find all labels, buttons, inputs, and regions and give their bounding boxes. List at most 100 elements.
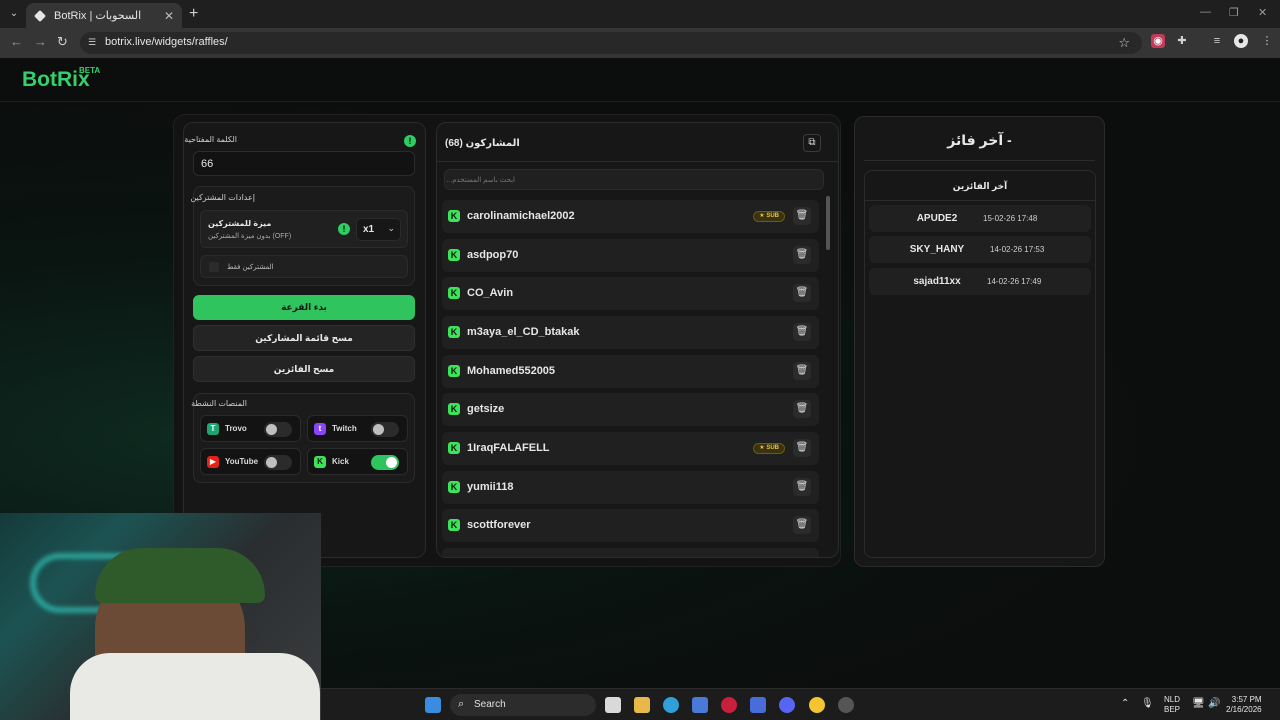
kick-icon: K xyxy=(448,519,460,531)
clock[interactable]: 3:57 PM 2/16/2026 xyxy=(1226,695,1262,715)
kick-icon: K xyxy=(448,326,460,338)
platform-name: Twitch xyxy=(332,424,357,433)
start-raffle-button[interactable]: بدء القرعة xyxy=(193,295,415,320)
close-tab-icon[interactable]: ✕ xyxy=(164,9,174,23)
winner-row: SKY_HANY 14-02-26 17:53 xyxy=(869,236,1091,263)
participant-name: asdpop70 xyxy=(467,249,519,261)
webcam-overlay xyxy=(0,513,321,720)
extensions-puzzle-icon[interactable]: ✚ xyxy=(1175,34,1189,48)
site-info-icon[interactable]: ☰ xyxy=(88,37,100,49)
browser-menu-icon[interactable]: ⋮ xyxy=(1260,34,1274,48)
clear-winners-button[interactable]: مسح الفائزين xyxy=(193,356,415,382)
participant-row[interactable]: K yumii118 🗑 xyxy=(442,471,819,504)
trash-icon[interactable]: 🗑 xyxy=(793,478,811,496)
network-icon[interactable]: 🖥 xyxy=(1192,699,1205,709)
platform-twitch: t Twitch xyxy=(307,415,408,442)
subs-only-checkbox[interactable] xyxy=(209,262,219,272)
participant-row[interactable]: K Mohamed552005 🗑 xyxy=(442,355,819,388)
maximize-icon[interactable]: ❐ xyxy=(1229,6,1239,19)
store-icon[interactable] xyxy=(692,697,708,713)
participants-scrollbar[interactable] xyxy=(826,196,830,250)
reading-list-icon[interactable]: ≡ xyxy=(1210,34,1224,48)
new-tab-icon[interactable]: + xyxy=(189,5,198,23)
kick-icon: K xyxy=(448,403,460,415)
participant-row[interactable]: K scottforever 🗑 xyxy=(442,509,819,542)
trash-icon[interactable]: 🗑 xyxy=(793,323,811,341)
chrome-icon[interactable] xyxy=(809,697,825,713)
youtube-toggle[interactable] xyxy=(264,455,292,470)
twitch-toggle[interactable] xyxy=(371,422,399,437)
windows-taskbar: ⌕ Search ⌃ 🎙 NLD BEP 🖥 🔊 3:57 PM 2/16/2026 xyxy=(321,688,1280,720)
tab-title: BotRix | السحوبات xyxy=(54,10,142,22)
youtube-icon: ▶ xyxy=(207,456,219,468)
participant-name: Mohamed552005 xyxy=(467,365,556,377)
trash-icon[interactable]: 🗑 xyxy=(793,246,811,264)
participant-row[interactable]: K carolinamichael2002 ★ SUB 🗑 xyxy=(442,200,819,233)
sub-badge: ★ SUB xyxy=(753,443,785,454)
platform-name: Kick xyxy=(332,457,349,466)
tray-overflow-icon[interactable]: ⌃ xyxy=(1121,699,1129,709)
botrix-favicon-icon xyxy=(34,9,46,22)
winners-list-title: آخر الفائزين xyxy=(952,181,1008,191)
taskbar-search[interactable]: ⌕ Search xyxy=(450,694,596,716)
kick-toggle[interactable] xyxy=(371,455,399,470)
trash-icon[interactable]: 🗑 xyxy=(793,362,811,380)
winner-date: 14-02-26 17:53 xyxy=(990,245,1045,254)
steam-icon[interactable] xyxy=(838,697,854,713)
participant-name: carolinamichael2002 xyxy=(467,210,575,222)
trash-icon[interactable]: 🗑 xyxy=(793,439,811,457)
extension-record-icon[interactable]: ◉ xyxy=(1151,34,1165,48)
profile-avatar-icon[interactable]: ● xyxy=(1234,34,1248,48)
participant-search-input[interactable]: ابحث باسم المستخدم... xyxy=(444,169,824,190)
copy-icon[interactable]: ⧉ xyxy=(803,134,821,152)
close-window-icon[interactable]: ✕ xyxy=(1258,6,1267,19)
task-view-icon[interactable] xyxy=(605,697,621,713)
volume-icon[interactable]: 🔊 xyxy=(1208,699,1220,709)
participant-name: CO_Avin xyxy=(467,287,514,299)
minimize-icon[interactable]: — xyxy=(1200,6,1211,18)
last-winner-heading: - آخر فائز xyxy=(947,132,1012,148)
trash-icon[interactable]: 🗑 xyxy=(793,516,811,534)
sub-perk-row: ميزة للمشتركين بدون ميزة المشتركين (OFF)… xyxy=(200,210,408,248)
trash-icon[interactable]: 🗑 xyxy=(793,284,811,302)
windows-start-icon[interactable] xyxy=(425,697,441,713)
trash-icon[interactable]: 🗑 xyxy=(793,207,811,225)
winner-row: sajad11xx 14-02-26 17:49 xyxy=(869,268,1091,295)
microphone-icon[interactable]: 🎙 xyxy=(1141,699,1154,709)
edge-icon[interactable] xyxy=(663,697,679,713)
address-bar[interactable]: ☰ botrix.live/widgets/raffles/ ☆ xyxy=(80,32,1142,54)
multiplier-select[interactable]: x1 ⌄ xyxy=(356,218,401,241)
trash-icon[interactable]: 🗑 xyxy=(793,400,811,418)
language-indicator[interactable]: NLD BEP xyxy=(1164,695,1180,715)
trovo-toggle[interactable] xyxy=(264,422,292,437)
back-icon[interactable]: ← xyxy=(10,34,23,49)
participant-row[interactable]: K asdpop70 🗑 xyxy=(442,239,819,272)
chevron-down-icon: ⌄ xyxy=(387,223,395,233)
forward-icon[interactable]: → xyxy=(34,34,47,49)
search-text: Search xyxy=(474,699,506,710)
kick-icon: K xyxy=(314,456,326,468)
divider xyxy=(864,160,1095,161)
file-explorer-icon[interactable] xyxy=(634,697,650,713)
tab-search-icon[interactable]: ⌄ xyxy=(6,6,22,22)
browser-tab[interactable]: BotRix | السحوبات ✕ xyxy=(26,3,182,28)
clear-participants-button[interactable]: مسح قائمة المشاركين xyxy=(193,325,415,351)
discord-icon[interactable] xyxy=(779,697,795,713)
url-text: botrix.live/widgets/raffles/ xyxy=(105,36,228,48)
participant-row[interactable]: K m3aya_el_CD_btakak 🗑 xyxy=(442,316,819,349)
participant-row[interactable]: K getsize 🗑 xyxy=(442,393,819,426)
keyword-label: الكلمة المفتاحية xyxy=(184,135,237,144)
search-placeholder: ابحث باسم المستخدم... xyxy=(446,177,515,184)
browser-tab-strip: ⌄ BotRix | السحوبات ✕ + — ❐ ✕ xyxy=(0,0,1280,28)
keyword-value: 66 xyxy=(201,158,214,170)
subs-only-row[interactable]: المشتركين فقط xyxy=(200,255,408,278)
info-icon[interactable]: ! xyxy=(404,135,416,147)
bookmark-star-icon[interactable]: ☆ xyxy=(1118,35,1130,51)
app-icon[interactable] xyxy=(750,697,766,713)
participant-row[interactable]: K CO_Avin 🗑 xyxy=(442,277,819,310)
opera-icon[interactable] xyxy=(721,697,737,713)
reload-icon[interactable]: ↻ xyxy=(57,34,68,50)
keyword-input[interactable]: 66 xyxy=(193,151,415,176)
sub-perk-info-icon[interactable]: ! xyxy=(338,223,350,235)
participant-row[interactable]: K 1IraqFALAFELL ★ SUB 🗑 xyxy=(442,432,819,465)
